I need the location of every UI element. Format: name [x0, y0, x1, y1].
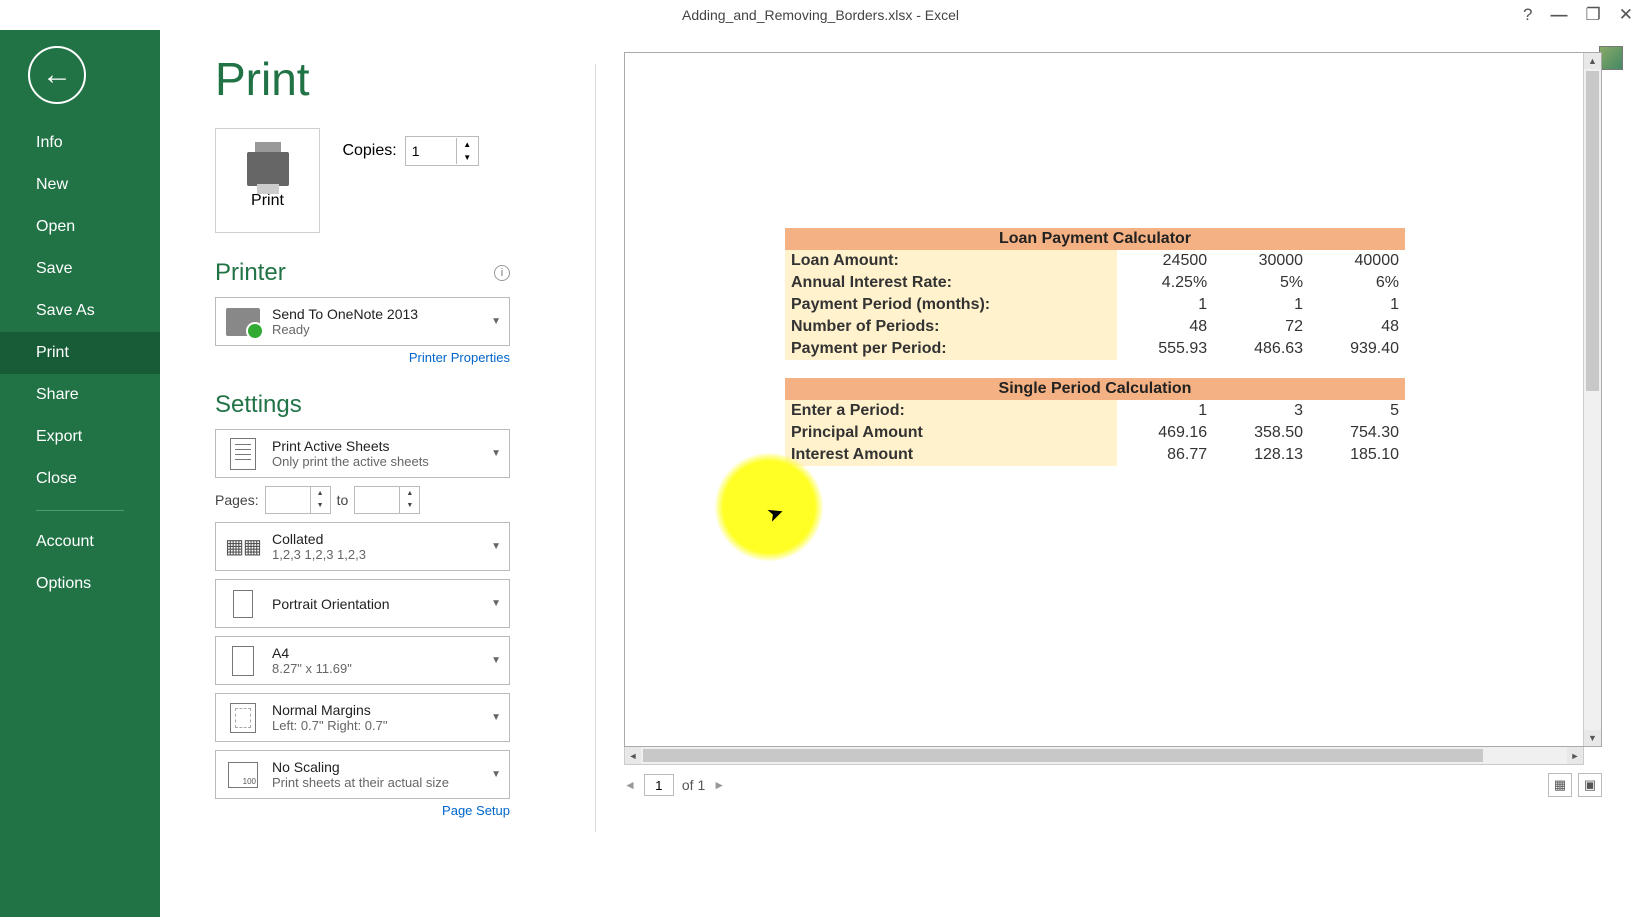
sidebar-item-options[interactable]: Options	[0, 563, 160, 605]
close-icon[interactable]: ✕	[1619, 5, 1633, 25]
down-icon[interactable]: ▼	[400, 499, 419, 511]
preview-table: Loan Payment Calculator Loan Amount:2450…	[785, 228, 1405, 466]
minimize-icon[interactable]: —	[1551, 5, 1568, 25]
preview-viewport: Loan Payment Calculator Loan Amount:2450…	[624, 52, 1602, 747]
collate-selector[interactable]: ▦▦ Collated 1,2,3 1,2,3 1,2,3 ▼	[215, 522, 510, 571]
back-button[interactable]: ←	[28, 46, 86, 104]
restore-icon[interactable]: ❐	[1586, 5, 1601, 25]
margins-icon	[230, 703, 256, 733]
paper-size-selector[interactable]: A4 8.27" x 11.69" ▼	[215, 636, 510, 685]
pages-label: Pages:	[215, 492, 259, 508]
copies-label: Copies:	[342, 142, 396, 160]
table1-title: Loan Payment Calculator	[785, 228, 1405, 250]
printer-status: Ready	[272, 322, 499, 337]
copies-input[interactable]	[406, 143, 456, 159]
scroll-down-icon[interactable]: ▼	[1584, 730, 1601, 746]
down-icon[interactable]: ▼	[311, 499, 330, 511]
scaling-selector[interactable]: 100 No Scaling Print sheets at their act…	[215, 750, 510, 799]
sidebar-item-open[interactable]: Open	[0, 206, 160, 248]
printer-section-title: Printer i	[215, 259, 510, 287]
print-what-selector[interactable]: Print Active Sheets Only print the activ…	[215, 429, 510, 478]
panel-divider	[595, 64, 596, 832]
sidebar-item-save-as[interactable]: Save As	[0, 290, 160, 332]
scroll-left-icon[interactable]: ◄	[625, 747, 641, 764]
vertical-scrollbar[interactable]: ▲ ▼	[1583, 53, 1601, 746]
titlebar: Adding_and_Removing_Borders.xlsx - Excel…	[0, 0, 1641, 30]
sidebar-separator	[36, 510, 124, 511]
window-controls: ? — ❐ ✕	[1523, 5, 1633, 25]
scroll-thumb[interactable]	[643, 749, 1483, 762]
sidebar-item-account[interactable]: Account	[0, 521, 160, 563]
scaling-icon: 100	[228, 762, 258, 788]
up-icon[interactable]: ▲	[311, 487, 330, 499]
scroll-right-icon[interactable]: ►	[1567, 747, 1583, 764]
current-page-input[interactable]	[644, 774, 674, 796]
copies-down-icon[interactable]: ▼	[457, 151, 478, 164]
sheets-icon	[230, 438, 256, 470]
printer-properties-link[interactable]: Printer Properties	[215, 350, 510, 365]
zoom-to-page-icon[interactable]: ▣	[1578, 773, 1602, 797]
sidebar-item-new[interactable]: New	[0, 164, 160, 206]
horizontal-scrollbar[interactable]: ◄ ►	[624, 747, 1584, 765]
margins-selector[interactable]: Normal Margins Left: 0.7" Right: 0.7" ▼	[215, 693, 510, 742]
preview-page: Loan Payment Calculator Loan Amount:2450…	[625, 53, 1583, 746]
sidebar-item-print[interactable]: Print	[0, 332, 160, 374]
print-preview-area: Loan Payment Calculator Loan Amount:2450…	[624, 52, 1641, 917]
sidebar-item-close[interactable]: Close	[0, 458, 160, 500]
chevron-down-icon: ▼	[491, 769, 501, 780]
pages-from-spinner[interactable]: ▲▼	[265, 486, 331, 514]
chevron-down-icon: ▼	[491, 712, 501, 723]
pages-to-label: to	[337, 492, 349, 508]
next-page-icon[interactable]: ►	[713, 778, 725, 792]
sidebar-item-export[interactable]: Export	[0, 416, 160, 458]
pages-to-input[interactable]	[355, 487, 399, 513]
orientation-selector[interactable]: Portrait Orientation ▼	[215, 579, 510, 628]
portrait-icon	[233, 590, 253, 618]
show-margins-icon[interactable]: ▦	[1548, 773, 1572, 797]
sidebar-item-info[interactable]: Info	[0, 122, 160, 164]
copies-spinner[interactable]: ▲ ▼	[405, 136, 479, 166]
pages-to-spinner[interactable]: ▲▼	[354, 486, 420, 514]
chevron-down-icon: ▼	[491, 655, 501, 666]
sidebar-item-share[interactable]: Share	[0, 374, 160, 416]
cursor-icon: ➤	[763, 498, 787, 527]
chevron-down-icon: ▼	[491, 598, 501, 609]
paper-icon	[232, 646, 254, 676]
up-icon[interactable]: ▲	[400, 487, 419, 499]
printer-info-icon[interactable]: i	[494, 265, 510, 281]
printer-selector[interactable]: Send To OneNote 2013 Ready ▼	[215, 297, 510, 346]
help-icon[interactable]: ?	[1523, 5, 1532, 25]
page-setup-link[interactable]: Page Setup	[215, 803, 510, 818]
print-button-label: Print	[251, 192, 284, 210]
printer-icon	[247, 152, 289, 186]
collate-icon: ▦▦	[226, 530, 260, 564]
chevron-down-icon: ▼	[491, 448, 501, 459]
prev-page-icon[interactable]: ◄	[624, 778, 636, 792]
scroll-thumb[interactable]	[1586, 71, 1599, 391]
document-title: Adding_and_Removing_Borders.xlsx - Excel	[682, 7, 959, 23]
page-title: Print	[215, 52, 585, 106]
chevron-down-icon: ▼	[491, 541, 501, 552]
printer-status-icon	[226, 308, 260, 336]
pages-range: Pages: ▲▼ to ▲▼	[215, 486, 585, 514]
print-settings-panel: Print Print Copies: ▲ ▼	[215, 52, 585, 917]
printer-name: Send To OneNote 2013	[272, 306, 499, 322]
settings-section-title: Settings	[215, 391, 510, 419]
pages-from-input[interactable]	[266, 487, 310, 513]
sidebar-item-save[interactable]: Save	[0, 248, 160, 290]
highlight-circle: ➤	[715, 453, 823, 561]
print-button[interactable]: Print	[215, 128, 320, 233]
page-navigator: ◄ of 1 ►	[624, 774, 725, 796]
chevron-down-icon: ▼	[491, 316, 501, 327]
backstage-sidebar: ← Info New Open Save Save As Print Share…	[0, 30, 160, 917]
table2-title: Single Period Calculation	[785, 378, 1405, 400]
copies-up-icon[interactable]: ▲	[457, 138, 478, 151]
back-arrow-icon: ←	[42, 58, 72, 92]
page-of-label: of 1	[682, 777, 705, 793]
scroll-up-icon[interactable]: ▲	[1584, 53, 1601, 69]
